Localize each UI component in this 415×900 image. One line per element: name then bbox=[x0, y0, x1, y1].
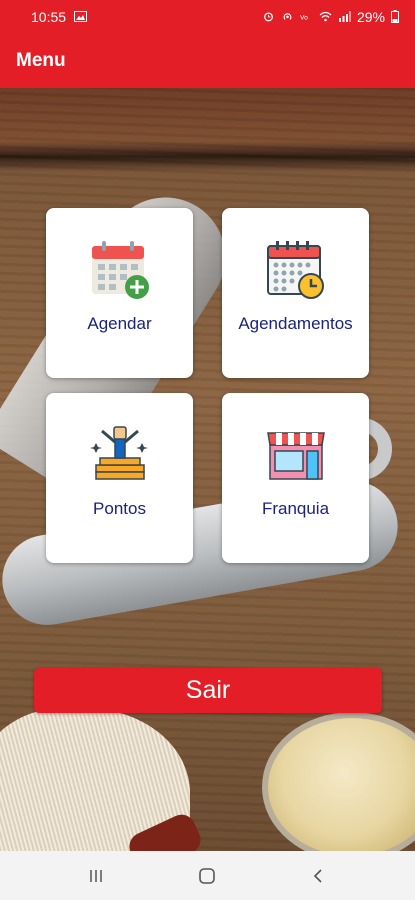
home-icon bbox=[199, 867, 216, 884]
pomade-tin-decoration bbox=[262, 712, 415, 851]
system-nav-bar bbox=[0, 851, 415, 900]
tile-agendamentos[interactable]: Agendamentos bbox=[222, 208, 369, 378]
tile-pontos-label: Pontos bbox=[93, 499, 146, 518]
hotspot-icon bbox=[283, 13, 292, 20]
calendar-add-icon bbox=[91, 241, 149, 299]
recent-apps-button[interactable] bbox=[76, 856, 116, 896]
svg-text:Vo: Vo bbox=[300, 13, 308, 21]
status-bar: 10:55 Vo 29% bbox=[0, 0, 415, 33]
alarm-icon bbox=[264, 12, 273, 22]
calendar-clock-icon bbox=[266, 241, 324, 299]
volte-icon: Vo bbox=[300, 13, 308, 21]
battery-percent: 29% bbox=[356, 8, 385, 25]
tile-agendamentos-label: Agendamentos bbox=[238, 314, 353, 333]
tile-pontos[interactable]: Pontos bbox=[46, 393, 193, 563]
tile-agendar-label: Agendar bbox=[87, 314, 152, 333]
tile-franquia-label: Franquia bbox=[261, 499, 330, 518]
page-title: Menu bbox=[16, 49, 66, 71]
tile-agendar[interactable]: Agendar bbox=[46, 208, 193, 378]
back-icon bbox=[314, 868, 322, 883]
battery-icon bbox=[391, 10, 399, 23]
image-icon bbox=[74, 11, 88, 22]
wifi-icon bbox=[319, 11, 332, 22]
recent-apps-icon bbox=[90, 869, 102, 882]
home-button[interactable] bbox=[187, 856, 227, 896]
rewards-icon bbox=[89, 426, 148, 480]
back-button[interactable] bbox=[299, 856, 339, 896]
tile-franquia[interactable]: Franquia bbox=[222, 393, 369, 563]
signal-icon bbox=[338, 11, 351, 22]
app-bar: Menu bbox=[0, 33, 415, 88]
store-icon bbox=[266, 432, 325, 480]
status-time: 10:55 bbox=[31, 8, 67, 25]
logout-button[interactable]: Sair bbox=[34, 668, 382, 713]
